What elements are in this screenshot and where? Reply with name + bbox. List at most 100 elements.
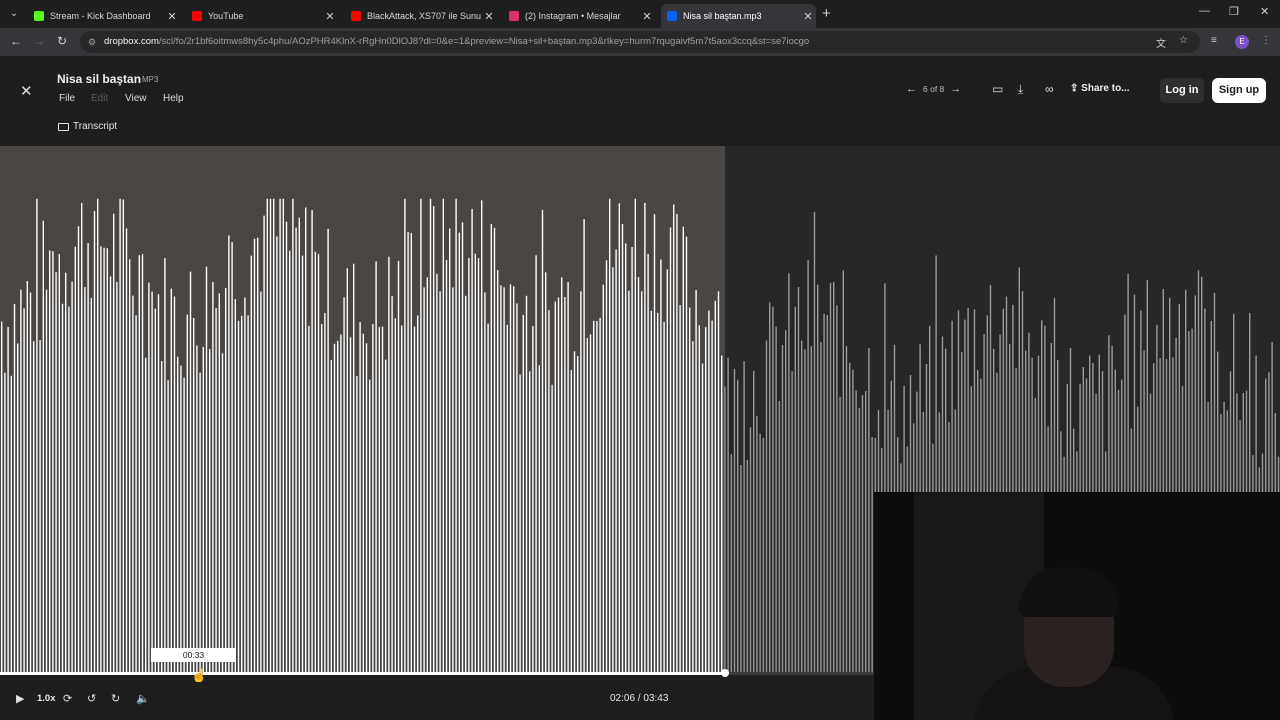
waveform-bar [650,310,652,674]
waveform-bar [602,284,604,674]
menu-file[interactable]: File [59,93,75,104]
waveform-bar [74,246,76,674]
media-controls-icon[interactable]: ≡ [1211,35,1217,46]
tab-dropbox-active[interactable]: Nisa sil baştan.mp3 ✕ [661,4,816,28]
transcript-button[interactable]: Transcript [58,121,117,132]
browser-menu-icon[interactable]: ⋮ [1261,35,1271,46]
translate-icon[interactable]: 文 [1156,35,1166,50]
close-icon[interactable]: ✕ [481,10,497,23]
copy-link-icon[interactable]: ∞ [1045,82,1054,96]
waveform-bar [653,214,656,674]
file-name: Nisa sil baştan [57,72,142,86]
next-file-icon[interactable]: → [950,83,961,95]
waveform-bar [433,206,435,674]
waveform-bar [100,246,102,674]
tab-blackattack[interactable]: BlackAttack, XS707 ile Sunucu İ ✕ [345,4,497,28]
waveform-bar [52,251,54,674]
tab-title: Stream - Kick Dashboard [50,11,151,21]
url-field[interactable]: ⚙ dropbox.com/scl/fo/2r1bf6oitmws8hy5c4p… [80,31,1200,53]
waveform-bar [225,287,227,674]
previous-file-icon[interactable]: ← [906,83,917,95]
loop-icon[interactable]: ⟳ [63,692,72,705]
forward-icon[interactable]: → [33,34,45,48]
waveform-bar [116,281,118,674]
waveform-bar [407,231,409,674]
tab-title: BlackAttack, XS707 ile Sunucu İ [367,11,481,21]
minimize-icon[interactable]: — [1199,5,1210,17]
waveform-bar [61,303,64,674]
share-icon: ⇪ [1070,83,1079,94]
waveform-bar [330,360,332,674]
close-icon[interactable]: ✕ [639,10,655,23]
site-info-icon[interactable]: ⚙ [88,31,96,53]
back-icon[interactable]: ← [10,34,22,48]
window-close-icon[interactable]: ✕ [1260,5,1269,18]
waveform-bar [513,286,515,674]
new-tab-button[interactable]: + [822,5,831,22]
waveform-bar [682,226,684,674]
profile-avatar[interactable]: E [1235,35,1249,49]
comment-icon[interactable]: ▭ [992,82,1003,96]
close-icon[interactable]: ✕ [800,10,816,23]
waveform-bar [20,289,22,674]
waveform-bar [356,376,358,674]
waveform-bar [429,198,432,674]
waveform-bar [183,377,185,674]
volume-icon[interactable]: 🔈 [136,692,150,705]
tab-youtube[interactable]: YouTube ✕ [186,4,338,28]
sign-up-button[interactable]: Sign up [1212,78,1266,103]
waveform-bar [801,340,803,674]
close-icon[interactable]: ✕ [322,10,338,23]
waveform-bar [359,322,361,674]
waveform-bar [292,198,294,674]
waveform-bar [813,211,816,674]
waveform-bar [196,345,198,674]
play-icon[interactable]: ▶ [16,692,24,705]
waveform-bar [151,291,153,674]
restore-icon[interactable]: ❐ [1229,5,1239,18]
menu-edit[interactable]: Edit [91,93,108,104]
seek-bar-handle[interactable] [721,669,729,677]
rewind-10-icon[interactable]: ↺ [87,692,96,705]
share-button[interactable]: ⇪ Share to... [1070,83,1130,94]
url-path: /scl/fo/2r1bf6oitmws8hy5c4phu/AOzPHR4Kln… [158,36,810,47]
waveform-bar [340,334,342,674]
close-icon[interactable]: ✕ [164,10,180,23]
waveform-bar [855,390,857,674]
waveform-bar [410,232,412,674]
tab-instagram[interactable]: (2) Instagram • Mesajlar ✕ [503,4,655,28]
waveform-bar [285,221,288,674]
waveform-bar [481,200,483,674]
waveform-bar [685,236,688,674]
waveform-bar [263,215,265,674]
log-in-button[interactable]: Log in [1160,78,1204,103]
waveform-bar [669,227,672,674]
menu-view[interactable]: View [125,93,147,104]
bookmark-star-icon[interactable]: ☆ [1179,35,1188,46]
waveform-bar [612,267,614,674]
waveform-bar [657,312,659,674]
waveform-bar [842,270,844,674]
playback-speed-button[interactable]: 1.0x [37,693,56,704]
waveform-bar [97,198,99,674]
waveform-bar [154,308,156,674]
waveform-bar [77,226,80,674]
tab-search-icon[interactable]: ⌄ [4,4,24,24]
waveform-bar [845,346,848,674]
menu-help[interactable]: Help [163,93,184,104]
waveform-bar [506,324,508,674]
waveform-bar [391,296,393,674]
tab-kick-dashboard[interactable]: Stream - Kick Dashboard ✕ [28,4,180,28]
reload-icon[interactable]: ↻ [57,34,67,48]
waveform-bar [692,341,694,674]
waveform-bar [749,427,752,674]
waveform-bar [733,368,736,674]
forward-10-icon[interactable]: ↻ [111,692,120,705]
waveform-bar [487,323,489,674]
waveform-bar [343,297,345,674]
download-icon[interactable]: ⤓ [1018,82,1023,97]
close-preview-icon[interactable]: ✕ [20,82,33,100]
waveform-bar [26,281,28,674]
waveform-bar [743,361,745,674]
waveform-bar [321,324,323,674]
